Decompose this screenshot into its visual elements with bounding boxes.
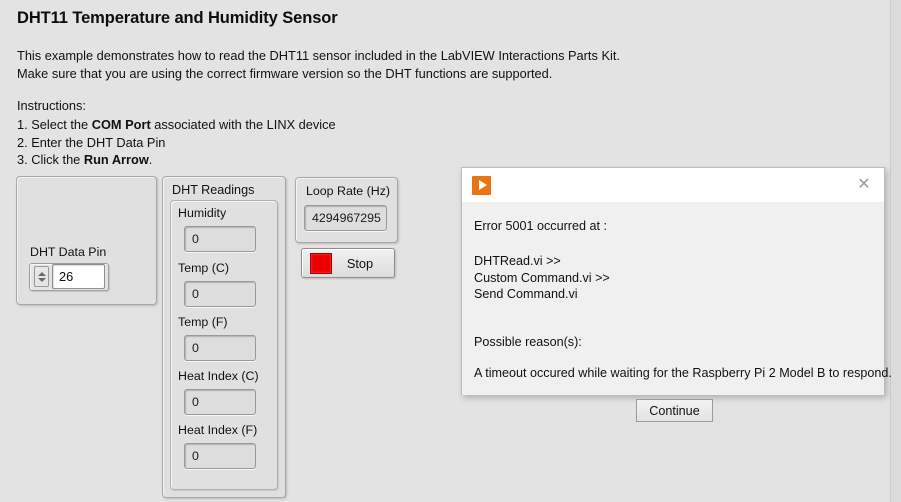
data-pin-label: DHT Data Pin [30,245,107,259]
instruction-1-prefix: 1. Select the [17,117,92,132]
loop-rate-value: 4294967295 [304,205,387,231]
reading-value-heat-index-f: 0 [184,443,256,469]
description-text: This example demonstrates how to read th… [17,48,620,81]
error-dialog: ✕ Error 5001 occurred at : DHTRead.vi >>… [461,167,892,422]
instruction-item-3: 3. Click the Run Arrow. [17,151,336,169]
instructions-heading: Instructions: [17,98,86,113]
stop-button[interactable]: Stop [301,248,395,278]
instruction-2-prefix: 2. Enter the DHT Data Pin [17,134,166,150]
vi-front-panel: DHT11 Temperature and Humidity Sensor Th… [0,0,892,502]
instructions-list: 1. Select the COM Port associated with t… [17,116,336,169]
reading-label-humidity: Humidity [178,206,227,220]
dialog-reason-text: A timeout occured while waiting for the … [474,366,892,380]
run-arrow-triangle [478,180,487,190]
instruction-item-1: 1. Select the COM Port associated with t… [17,116,336,134]
reading-label-temp-f: Temp (F) [178,315,228,329]
dialog-titlebar: ✕ [462,168,884,202]
dht-readings-title: DHT Readings [172,183,255,197]
panel-right-margin [891,0,901,502]
spinner-down-icon[interactable] [37,277,46,282]
labview-run-arrow-icon [472,175,491,195]
instruction-1-bold: COM Port [91,117,151,132]
close-icon[interactable]: ✕ [844,168,884,202]
stop-square-icon [310,252,332,274]
instruction-3-suffix: . [148,152,153,167]
reading-value-temp-c: 0 [184,281,256,307]
spinner-up-icon[interactable] [37,271,46,276]
instruction-3-bold: Run Arrow [83,152,149,167]
continue-button[interactable]: Continue [636,399,713,422]
reading-value-heat-index-c: 0 [184,389,256,415]
instruction-item-2: 2. Enter the DHT Data Pin [17,134,336,152]
dialog-call-chain: DHTRead.vi >> Custom Command.vi >> Send … [474,254,610,301]
page-title: DHT11 Temperature and Humidity Sensor [17,9,338,27]
dialog-reason-heading: Possible reason(s): [474,335,582,349]
dialog-error-line: Error 5001 occurred at : [474,219,607,233]
data-pin-input[interactable]: 26 [52,264,105,289]
reading-label-heat-index-c: Heat Index (C) [178,369,259,383]
reading-label-heat-index-f: Heat Index (F) [178,423,258,437]
reading-value-temp-f: 0 [184,335,256,361]
stop-button-label: Stop [346,255,374,271]
loop-rate-label: Loop Rate (Hz) [306,184,391,198]
reading-value-humidity: 0 [184,226,256,252]
instruction-1-suffix: associated with the LINX device [150,117,336,132]
reading-label-temp-c: Temp (C) [178,261,229,275]
instruction-3-prefix: 3. Click the [17,152,84,167]
data-pin-spinner[interactable] [34,266,49,287]
dialog-body: Error 5001 occurred at : DHTRead.vi >> C… [462,202,892,422]
